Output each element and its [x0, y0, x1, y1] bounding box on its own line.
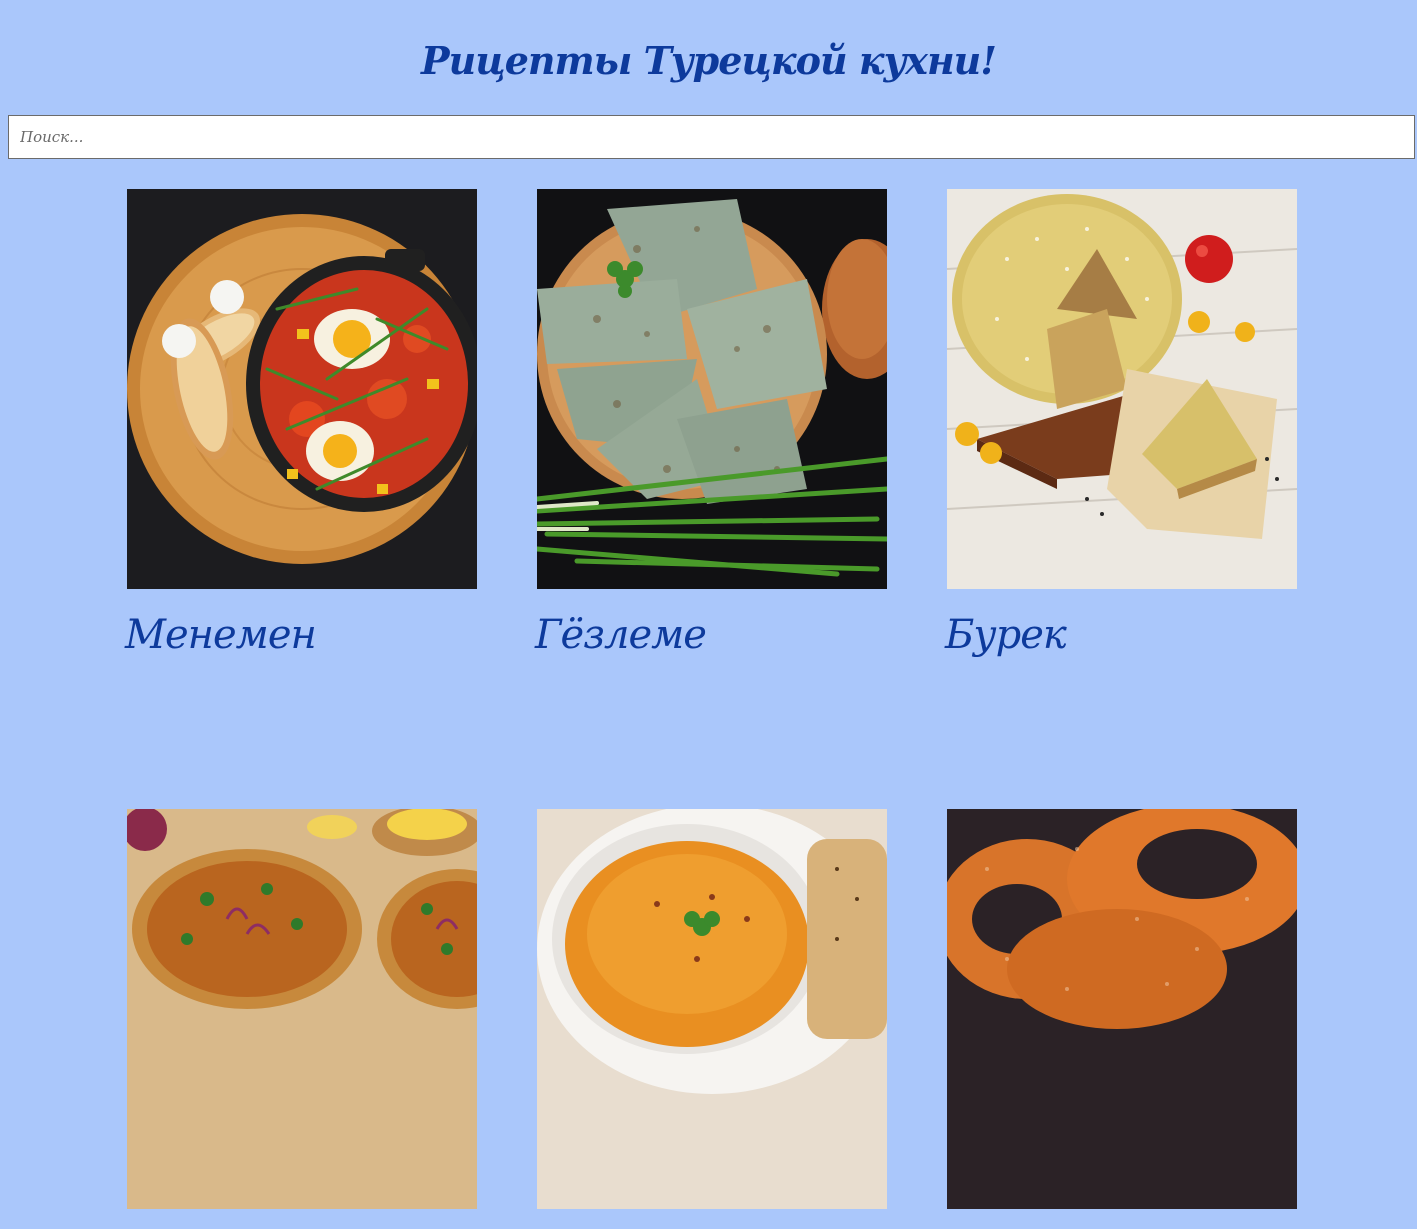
recipe-title-burek[interactable]: Бурек — [945, 609, 1297, 661]
simit-image[interactable] — [947, 809, 1297, 1209]
gozleme-image[interactable] — [537, 189, 887, 589]
recipe-title-gozleme[interactable]: Гёзлеме — [535, 609, 887, 661]
burek-image[interactable] — [947, 189, 1297, 589]
lahmacun-image[interactable] — [127, 809, 477, 1209]
recipe-card-lahmacun[interactable] — [127, 809, 477, 1229]
recipe-card-soup[interactable] — [537, 809, 887, 1229]
search-input[interactable] — [8, 115, 1415, 159]
recipe-title-menemen[interactable]: Менемен — [125, 609, 477, 661]
recipe-card-simit[interactable] — [947, 809, 1297, 1229]
recipe-grid: Менемен Гёзлеме Бурек — [125, 189, 1297, 1229]
recipe-card-gozleme[interactable]: Гёзлеме — [535, 189, 887, 661]
recipe-card-menemen[interactable]: Менемен — [125, 189, 477, 661]
lentil-soup-image[interactable] — [537, 809, 887, 1209]
recipe-card-burek[interactable]: Бурек — [945, 189, 1297, 661]
menemen-image[interactable] — [127, 189, 477, 589]
page-title: Рицепты Турецкой кухни! — [421, 38, 997, 83]
